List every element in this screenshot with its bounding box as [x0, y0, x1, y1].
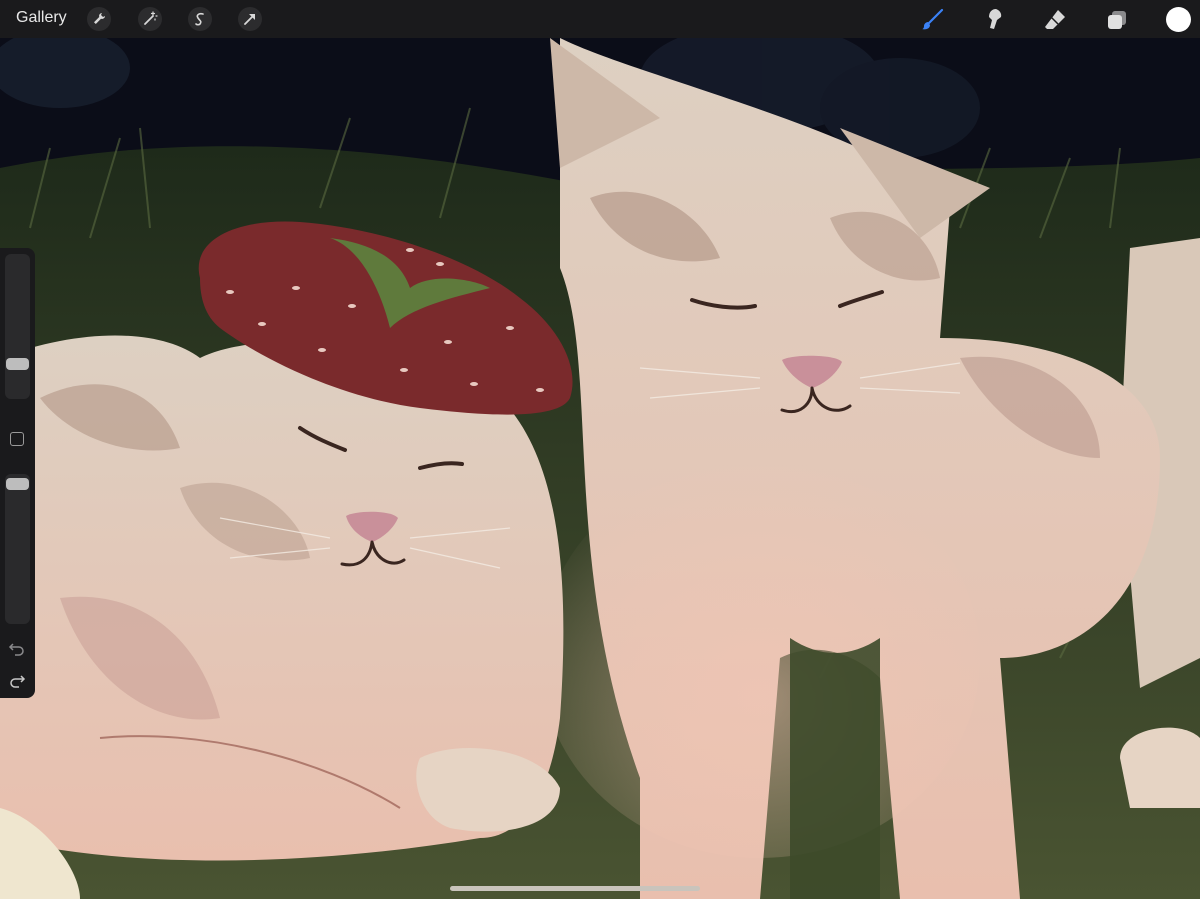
eraser-icon[interactable]: [1042, 7, 1068, 33]
color-picker-swatch[interactable]: [1166, 7, 1191, 32]
drawing-canvas[interactable]: [0, 38, 1200, 899]
redo-icon[interactable]: [8, 672, 26, 690]
brush-icon[interactable]: [920, 7, 946, 33]
left-cat: [0, 335, 564, 861]
artwork: [0, 38, 1200, 899]
transform-arrow-icon[interactable]: [238, 7, 262, 31]
modify-square-icon[interactable]: [10, 432, 24, 446]
left-sidebar: [0, 248, 35, 698]
brush-size-slider[interactable]: [5, 254, 30, 399]
opacity-slider[interactable]: [5, 474, 30, 624]
home-indicator: [450, 886, 700, 891]
magic-wand-icon[interactable]: [138, 7, 162, 31]
gallery-button[interactable]: Gallery: [16, 9, 67, 27]
layers-icon[interactable]: [1104, 7, 1130, 33]
brush-size-handle[interactable]: [6, 358, 29, 370]
wrench-icon[interactable]: [87, 7, 111, 31]
opacity-handle[interactable]: [6, 478, 29, 490]
smudge-icon[interactable]: [981, 7, 1007, 33]
selection-icon[interactable]: [188, 7, 212, 31]
top-toolbar: Gallery: [0, 0, 1200, 38]
undo-icon[interactable]: [8, 640, 26, 658]
